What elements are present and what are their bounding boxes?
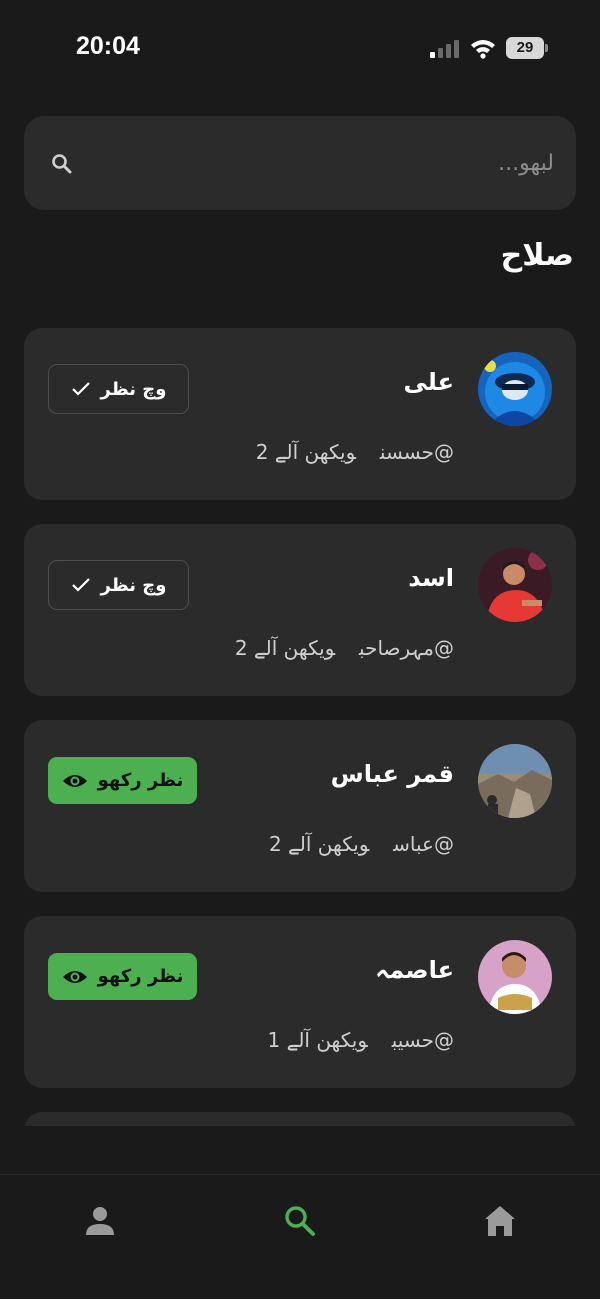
user-meta: @حسسن ویکھن آلے 2: [256, 440, 454, 464]
search-icon: [52, 154, 72, 174]
search-input[interactable]: [104, 138, 554, 188]
following-label: وچ نظر: [100, 574, 167, 596]
user-meta: @حسیب ویکھن آلے 1: [268, 1028, 455, 1052]
home-icon[interactable]: [482, 1203, 518, 1239]
follow-label: نظر رکھو: [97, 770, 184, 791]
user-handle: @حسیب: [391, 1028, 454, 1052]
user-name[interactable]: اسد: [408, 564, 454, 592]
user-card[interactable]: قمر عباس @عباس ویکھن آلے 2 نظر رکھو: [24, 720, 576, 892]
battery-level: 29: [506, 37, 544, 59]
viewers-count: 1: [267, 1028, 281, 1052]
viewers-label: ویکھن آلے: [286, 1028, 368, 1052]
following-button[interactable]: وچ نظر: [48, 560, 189, 610]
follow-label: نظر رکھو: [97, 966, 184, 987]
status-time: 20:04: [76, 32, 140, 60]
viewers-label: ویکھن آلے: [288, 832, 370, 856]
user-handle: @عباس: [393, 832, 454, 856]
follow-button[interactable]: نظر رکھو: [48, 757, 197, 804]
follow-button[interactable]: نظر رکھو: [48, 953, 197, 1000]
eye-icon: [62, 970, 87, 983]
user-card-partial[interactable]: [24, 1112, 576, 1126]
status-bar: 20:04 29: [0, 0, 600, 96]
viewers-label: ویکھن آلے: [253, 636, 336, 660]
eye-icon: [62, 774, 87, 787]
section-title: صلاح: [500, 238, 574, 273]
user-name[interactable]: قمر عباس: [331, 760, 454, 788]
user-meta: @مہرصاحب ویکھن آلے 2: [235, 636, 454, 660]
avatar[interactable]: [478, 744, 552, 818]
user-card[interactable]: عاصمہ @حسیب ویکھن آلے 1 نظر رکھو: [24, 916, 576, 1088]
avatar[interactable]: [478, 548, 552, 622]
cellular-signal-icon: [430, 40, 460, 58]
checkmark-icon: [71, 578, 90, 592]
avatar[interactable]: [478, 352, 552, 426]
suggestion-list[interactable]: علی @حسسن ویکھن آلے 2 وچ نظر اسد @مہرصاحب…: [24, 328, 576, 1126]
person-icon[interactable]: [82, 1203, 118, 1239]
avatar[interactable]: [478, 940, 552, 1014]
user-card[interactable]: اسد @مہرصاحب ویکھن آلے 2 وچ نظر: [24, 524, 576, 696]
user-card[interactable]: علی @حسسن ویکھن آلے 2 وچ نظر: [24, 328, 576, 500]
viewers-count: 2: [234, 636, 248, 660]
user-name[interactable]: علی: [404, 368, 454, 396]
bottom-nav: [0, 1174, 600, 1299]
viewers-count: 2: [255, 440, 269, 464]
user-name[interactable]: عاصمہ: [375, 956, 454, 984]
following-button[interactable]: وچ نظر: [48, 364, 189, 414]
search-bar[interactable]: [24, 116, 576, 210]
user-handle: @حسسن: [379, 440, 454, 464]
checkmark-icon: [71, 382, 90, 396]
search-icon[interactable]: [282, 1203, 318, 1239]
viewers-label: ویکھن آلے: [274, 440, 356, 464]
screen: 20:04 29 صلاح: [0, 0, 600, 1299]
battery-tip: [545, 44, 548, 52]
viewers-count: 2: [268, 832, 282, 856]
user-handle: @مہرصاحب: [359, 636, 454, 660]
following-label: وچ نظر: [100, 378, 167, 400]
user-meta: @عباس ویکھن آلے 2: [269, 832, 454, 856]
wifi-icon: [471, 40, 495, 59]
